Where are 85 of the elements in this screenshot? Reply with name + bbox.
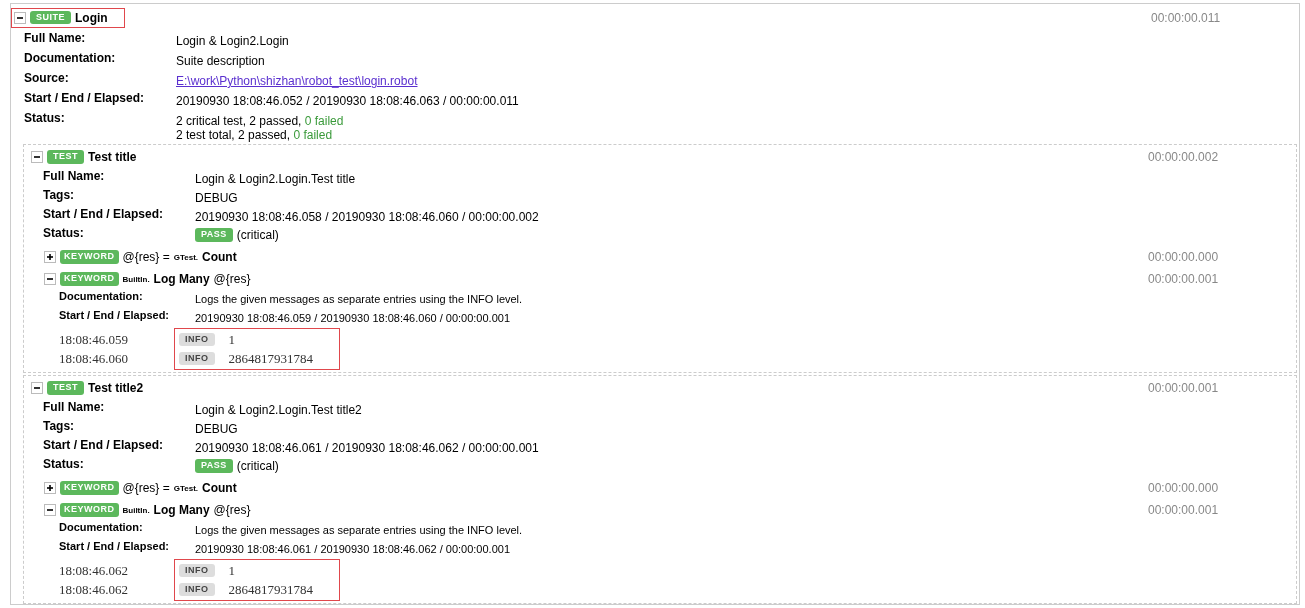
message-text: 2864817931784 [228, 350, 313, 367]
metadata-label: Status: [43, 457, 85, 471]
test-badge: TEST [47, 381, 84, 395]
metadata-value: Suite description [176, 53, 266, 68]
metadata-label: Start / End / Elapsed: [59, 540, 171, 552]
metadata-value: DEBUG [195, 421, 239, 436]
keyword-assign: @{res} = [122, 250, 170, 264]
metadata-label: Tags: [43, 188, 76, 202]
expand-icon[interactable] [44, 482, 56, 494]
status-summary: 2 critical test, 2 passed, 0 failed [176, 114, 345, 128]
metadata-label: Start / End / Elapsed: [59, 309, 171, 321]
keyword-library: GTest. [173, 483, 199, 493]
elapsed-time: 00:00:00.001 [1148, 381, 1220, 395]
metadata-value: 20190930 18:08:46.058 / 20190930 18:08:46.060 / 00:00:00.002 [195, 209, 540, 224]
elapsed-time: 00:00:00.002 [1148, 150, 1220, 164]
metadata-label: Documentation: [59, 521, 144, 533]
metadata-value: Login & Login2.Login.Test title [195, 171, 357, 186]
status-note: (critical) [236, 459, 279, 473]
metadata-label: Documentation: [59, 290, 144, 302]
message-text: 2864817931784 [228, 581, 313, 598]
elapsed-time: 00:00:00.000 [1148, 250, 1220, 264]
collapse-icon[interactable] [14, 11, 26, 24]
pass-badge: PASS [195, 228, 233, 242]
elapsed-time: 00:00:00.011 [1151, 10, 1222, 25]
test-title: Test title2 [88, 381, 144, 395]
message-text: 1 [228, 331, 235, 348]
log-level-badge: INFO [179, 351, 215, 366]
source-link[interactable]: E:\work\Python\shizhan\robot_test\login.robot [176, 71, 1299, 88]
pass-badge: PASS [195, 459, 233, 473]
expand-icon[interactable] [44, 251, 56, 263]
message-time: 18:08:46.062 [59, 582, 128, 598]
metadata-value: 20190930 18:08:46.061 / 20190930 18:08:46.062 / 00:00:00.001 [195, 542, 511, 555]
metadata-value: Login & Login2.Login [176, 33, 290, 48]
collapse-icon[interactable] [31, 151, 43, 163]
metadata-label: Start / End / Elapsed: [43, 438, 165, 452]
metadata-value: Logs the given messages as separate entries using the INFO level. [195, 523, 524, 536]
message-time: 18:08:46.059 [59, 332, 128, 348]
log-level-badge: INFO [179, 582, 215, 597]
keyword-badge: KEYWORD [60, 503, 119, 517]
metadata-value: 20190930 18:08:46.059 / 20190930 18:08:46.060 / 00:00:00.001 [195, 311, 511, 324]
test-badge: TEST [47, 150, 84, 164]
elapsed-time: 00:00:00.001 [1148, 503, 1220, 517]
log-level-badge: INFO [179, 332, 215, 347]
keyword-name: Count [202, 481, 237, 495]
keyword-library: GTest. [173, 252, 199, 262]
metadata-label: Full Name: [43, 400, 106, 414]
elapsed-time: 00:00:00.001 [1148, 272, 1220, 286]
keyword-badge: KEYWORD [60, 481, 119, 495]
keyword-badge: KEYWORD [60, 272, 119, 286]
keyword-name: Log Many [153, 503, 210, 517]
collapse-icon[interactable] [44, 273, 56, 285]
message-text: 1 [228, 562, 235, 579]
metadata-value: 20190930 18:08:46.061 / 20190930 18:08:46.062 / 00:00:00.001 [195, 440, 540, 455]
metadata-label: Status: [24, 111, 66, 125]
metadata-value: DEBUG [195, 190, 239, 205]
metadata-label: Status: [43, 226, 85, 240]
keyword-assign: @{res} = [122, 481, 170, 495]
keyword-name: Log Many [153, 272, 210, 286]
status-note: (critical) [236, 228, 279, 242]
message-time: 18:08:46.060 [59, 351, 128, 367]
metadata-value: Login & Login2.Login.Test title2 [195, 402, 363, 417]
keyword-args: @{res} [213, 272, 251, 286]
collapse-icon[interactable] [44, 504, 56, 516]
metadata-label: Tags: [43, 419, 76, 433]
log-level-badge: INFO [179, 563, 215, 578]
keyword-name: Count [202, 250, 237, 264]
metadata-label: Full Name: [43, 169, 106, 183]
metadata-label: Full Name: [24, 31, 87, 45]
metadata-label: Start / End / Elapsed: [43, 207, 165, 221]
message-time: 18:08:46.062 [59, 563, 128, 579]
test-title: Test title [88, 150, 137, 164]
metadata-label: Source: [24, 71, 70, 85]
keyword-args: @{res} [213, 503, 251, 517]
suite-title: Login [75, 10, 108, 25]
metadata-label: Start / End / Elapsed: [24, 91, 146, 105]
keyword-badge: KEYWORD [60, 250, 119, 264]
keyword-library: BuiltIn. [122, 505, 150, 515]
metadata-label: Documentation: [24, 51, 117, 65]
status-summary: 2 test total, 2 passed, 0 failed [176, 128, 334, 142]
collapse-icon[interactable] [31, 382, 43, 394]
keyword-library: BuiltIn. [122, 274, 150, 284]
metadata-value: Logs the given messages as separate entries using the INFO level. [195, 292, 524, 305]
suite-badge: SUITE [30, 10, 71, 25]
elapsed-time: 00:00:00.000 [1148, 481, 1220, 495]
metadata-value: 20190930 18:08:46.052 / 20190930 18:08:46.063 / 00:00:00.011 [176, 93, 520, 108]
